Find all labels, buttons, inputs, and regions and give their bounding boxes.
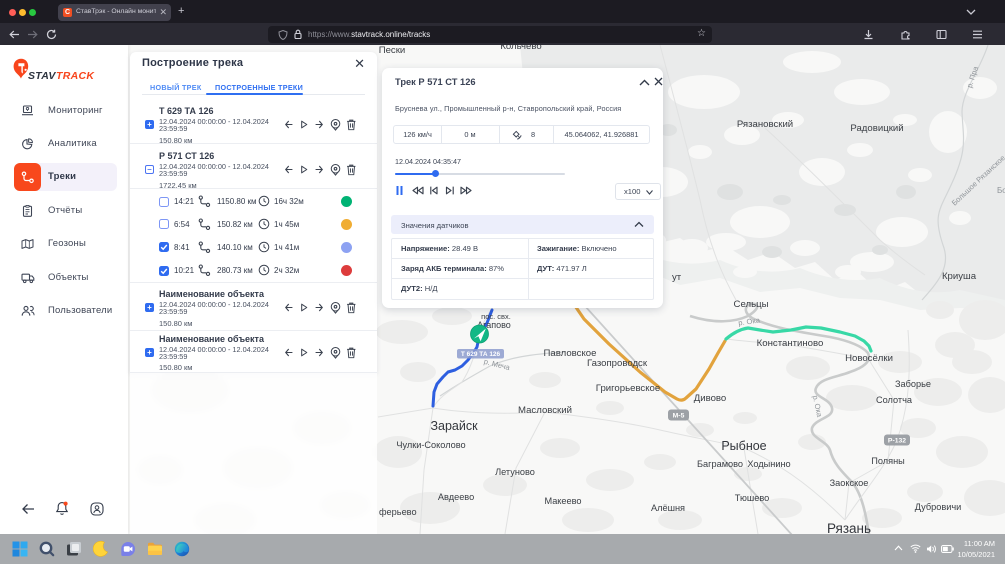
svg-text:ут: ут (672, 272, 682, 283)
svg-text:Рязань: Рязань (827, 521, 871, 534)
svg-text:Сельцы: Сельцы (734, 299, 769, 310)
svg-text:Заокское: Заокское (830, 478, 869, 488)
svg-text:Бо: Бо (997, 186, 1005, 195)
svg-text:Солотча: Солотча (876, 395, 913, 405)
svg-text:Р-132: Р-132 (888, 438, 906, 445)
svg-text:р. Меча: р. Меча (483, 357, 512, 372)
svg-text:Алёшня: Алёшня (651, 503, 685, 513)
svg-text:Баграмово: Баграмово (697, 459, 743, 469)
svg-text:Григорьевское: Григорьевское (596, 383, 660, 394)
svg-text:TRACK: TRACK (56, 70, 95, 82)
svg-text:Заборье: Заборье (895, 379, 931, 389)
svg-text:Поляны: Поляны (871, 456, 905, 466)
svg-text:Чулки-Соколово: Чулки-Соколово (396, 440, 465, 450)
svg-text:Газопроводск: Газопроводск (587, 358, 648, 369)
svg-text:Рязановский: Рязановский (737, 119, 793, 130)
svg-text:Т 629 ТА 126: Т 629 ТА 126 (461, 351, 501, 358)
svg-text:Константиново: Константиново (757, 338, 824, 349)
svg-text:Криуша: Криуша (942, 271, 977, 282)
svg-text:М-5: М-5 (673, 413, 685, 420)
svg-text:Дивово: Дивово (694, 393, 727, 404)
svg-text:Тюшево: Тюшево (735, 493, 769, 503)
svg-text:Кольчево: Кольчево (500, 45, 541, 52)
svg-text:Новосёлки: Новосёлки (845, 353, 893, 364)
svg-text:Зарайск: Зарайск (430, 419, 478, 433)
svg-text:Масловский: Масловский (518, 405, 572, 416)
svg-text:Ходынино: Ходынино (747, 459, 790, 469)
svg-text:Летуново: Летуново (495, 467, 535, 477)
svg-text:Радовицкий: Радовицкий (850, 123, 903, 134)
svg-text:Авдеево: Авдеево (438, 492, 474, 502)
svg-text:р. Ока: р. Ока (738, 315, 762, 327)
svg-text:STAV: STAV (28, 70, 56, 82)
svg-text:Макеево: Макеево (544, 496, 581, 506)
svg-text:Пески: Пески (379, 45, 406, 56)
svg-text:Дубровичи: Дубровичи (915, 502, 962, 512)
svg-text:Рыбное: Рыбное (721, 439, 766, 453)
svg-text:ферьево: ферьево (379, 507, 417, 517)
